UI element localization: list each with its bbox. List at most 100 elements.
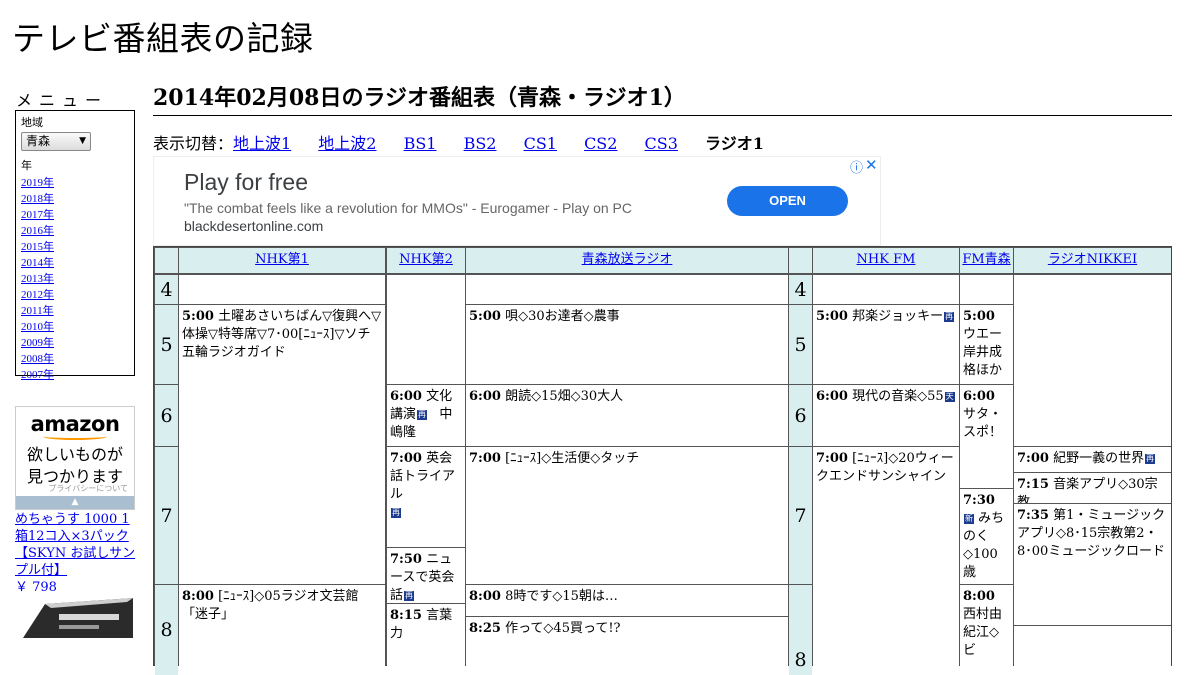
program-cell-rab-0800[interactable]: 8:00 8時です◇15朝は… (466, 585, 788, 616)
year-link-2008[interactable]: 2008年 (21, 353, 54, 365)
program-title: [ﾆｭｰｽ]◇生活便◇タッチ (505, 451, 640, 466)
program-cell-fm-0400 (813, 275, 959, 304)
program-cell-rab-0400 (466, 275, 788, 304)
amazon-copy: 欲しいものが 見つかります (16, 444, 134, 488)
program-cell-fm-0500[interactable]: 5:00 邦楽ジョッキー再 (813, 305, 959, 384)
program-time: 7:00 (390, 451, 422, 466)
program-cell-fm-0600[interactable]: 6:00 現代の音楽◇55 天 (813, 385, 959, 446)
banner-ad[interactable]: Play for free "The combat feels like a r… (153, 156, 881, 246)
program-cell-nhk1-0800[interactable]: 8:00 [ﾆｭｰｽ]◇05ラジオ文芸館「迷子」 (179, 585, 385, 675)
program-time: 5:00 (816, 309, 848, 324)
program-title: 西村由紀江◇ビ (963, 607, 1003, 658)
year-label: 年 (21, 159, 32, 172)
program-cell-nikkei-0700[interactable]: 7:00 紀野一義の世界再 (1014, 447, 1171, 472)
program-time: 8:00 (963, 589, 995, 604)
program-cell-nikkei-0715[interactable]: 7:15 音楽アプリ◇30宗教 (1014, 473, 1171, 503)
channel-link-nhkfm[interactable]: NHK FM (857, 252, 916, 267)
channel-link-nhk1[interactable]: NHK第1 (255, 252, 309, 267)
program-cell-nikkei-0735[interactable]: 7:35 第1・ミュージックアプリ◇8･15宗教第2・8･00ミュージックロード (1014, 504, 1171, 625)
hour-cell-4-mid: 4 (789, 275, 812, 304)
hour-cell-8-mid-label: 8 (794, 649, 807, 671)
header-corner-2 (789, 248, 812, 273)
channel-header-rab: 青森放送ラジオ (466, 248, 788, 273)
program-cell-fma-0500[interactable]: 5:00 ウエー岸井成格ほか (960, 305, 1013, 384)
info-icon[interactable]: ⓘ (850, 157, 863, 176)
switch-current-radio1: ラジオ1 (705, 134, 764, 153)
switch-link-cs3[interactable]: CS3 (645, 134, 678, 153)
close-icon[interactable]: ✕ (865, 156, 878, 174)
year-link-2011[interactable]: 2011年 (21, 305, 54, 317)
switch-label: 表示切替： (153, 134, 234, 153)
program-time: 5:00 (469, 309, 501, 324)
program-cell-nhk1-0400 (179, 275, 385, 304)
program-title: 朗読◇15畑◇30大人 (505, 389, 624, 404)
product-link-2[interactable]: 【SKYN お試しサンプル付】 (15, 545, 137, 579)
year-link-2010[interactable]: 2010年 (21, 321, 54, 333)
program-cell-rab-0500[interactable]: 5:00 唄◇30お達者◇農事 (466, 305, 788, 384)
program-time: 6:00 (963, 389, 995, 404)
switch-link-bs2[interactable]: BS2 (464, 134, 497, 153)
program-cell-fma-0730[interactable]: 7:30 新 みちのく◇100歳 (960, 489, 1013, 584)
program-title: 唄◇30お達者◇農事 (505, 309, 620, 324)
schedule-grid: NHK第1 NHK第2 青森放送ラジオ NHK FM FM青森 ラジオNIKKE… (153, 246, 1172, 675)
switch-link-terrestrial1[interactable]: 地上波1 (233, 134, 291, 153)
year-link-2017[interactable]: 2017年 (21, 209, 54, 221)
amazon-expand-bar[interactable]: ▲ (16, 496, 134, 509)
program-cell-rab-0700[interactable]: 7:00 [ﾆｭｰｽ]◇生活便◇タッチ (466, 447, 788, 584)
year-link-2012[interactable]: 2012年 (21, 289, 54, 301)
program-time: 6:00 (469, 389, 501, 404)
amazon-logo: amazon (30, 412, 120, 436)
channel-link-rab[interactable]: 青森放送ラジオ (582, 252, 673, 267)
ad-open-button[interactable]: OPEN (727, 186, 848, 216)
switch-link-bs1[interactable]: BS1 (404, 134, 437, 153)
program-cell-nhk2-0750[interactable]: 7:50 ニュースで英会話再 (387, 548, 465, 603)
product-link-1[interactable]: めちゃうす 1000 1箱12コ入×3パック (15, 511, 137, 545)
amazon-ad[interactable]: amazon 欲しいものが 見つかります プライバシーについて ▲ (15, 406, 135, 510)
program-time: 7:00 (816, 451, 848, 466)
new-mark-icon: 新 (964, 514, 974, 524)
ad-domain: blackdesertonline.com (184, 218, 324, 234)
switch-link-terrestrial2[interactable]: 地上波2 (318, 134, 376, 153)
program-cell-rab-0600[interactable]: 6:00 朗読◇15畑◇30大人 (466, 385, 788, 446)
switch-link-cs2[interactable]: CS2 (584, 134, 617, 153)
product-image[interactable] (15, 598, 135, 638)
channel-link-nikkei[interactable]: ラジオNIKKEI (1048, 252, 1137, 267)
amazon-privacy-link[interactable]: プライバシーについて (16, 483, 134, 494)
rebroadcast-mark-icon: 再 (391, 508, 401, 518)
channel-header-nhk2: NHK第2 (387, 248, 465, 273)
program-title: 紀野一義の世界 (1053, 451, 1145, 466)
year-link-2015[interactable]: 2015年 (21, 241, 54, 253)
year-link-2007[interactable]: 2007年 (21, 369, 54, 381)
region-select[interactable]: 青森 ▼ (21, 132, 91, 151)
page-heading: 2014年02月08日のラジオ番組表（青森・ラジオ1） (153, 82, 1172, 116)
program-cell-nhk2-0700[interactable]: 7:00 英会話トライアル再 (387, 447, 465, 547)
switch-link-cs1[interactable]: CS1 (524, 134, 557, 153)
program-cell-fma-0800[interactable]: 8:00 西村由紀江◇ビ (960, 585, 1013, 675)
ad-headline[interactable]: Play for free (184, 169, 308, 196)
program-time: 5:00 (963, 309, 995, 324)
year-link-2019[interactable]: 2019年 (21, 177, 54, 189)
year-link-2016[interactable]: 2016年 (21, 225, 54, 237)
program-cell-nhk2-empty (387, 275, 465, 384)
program-title: サタ・スポ！ (963, 407, 1003, 440)
program-cell-nhk2-0600[interactable]: 6:00 文化講演再 中嶋隆 (387, 385, 465, 446)
program-cell-nhk2-0815[interactable]: 8:15 言葉力 (387, 604, 465, 675)
year-link-2009[interactable]: 2009年 (21, 337, 54, 349)
year-link-2018[interactable]: 2018年 (21, 193, 54, 205)
channel-header-fmaomori: FM青森 (960, 248, 1013, 273)
program-time: 8:25 (469, 621, 501, 636)
program-cell-fma-0400 (960, 275, 1013, 304)
program-time: 7:50 (390, 552, 422, 567)
ad-quote: "The combat feels like a revolution for … (184, 200, 632, 216)
program-cell-fma-0600[interactable]: 6:00 サタ・スポ！ (960, 385, 1013, 488)
chevron-up-icon: ▲ (71, 497, 79, 507)
program-cell-rab-0825[interactable]: 8:25 作って◇45買って!? (466, 617, 788, 675)
program-cell-fm-0700[interactable]: 7:00 [ﾆｭｰｽ]◇20ウィークエンドサンシャイン (813, 447, 959, 675)
channel-link-nhk2[interactable]: NHK第2 (399, 252, 453, 267)
year-link-2014[interactable]: 2014年 (21, 257, 54, 269)
channel-link-fmaomori[interactable]: FM青森 (962, 252, 1010, 267)
program-cell-nhk1-0500[interactable]: 5:00 土曜あさいちばん▽復興へ▽体操▽特等席▽7･00[ﾆｭｰｽ]▽ソチ五輪… (179, 305, 385, 584)
year-link-2013[interactable]: 2013年 (21, 273, 54, 285)
rebroadcast-mark-icon: 再 (1145, 454, 1156, 464)
chevron-down-icon: ▼ (79, 136, 86, 146)
